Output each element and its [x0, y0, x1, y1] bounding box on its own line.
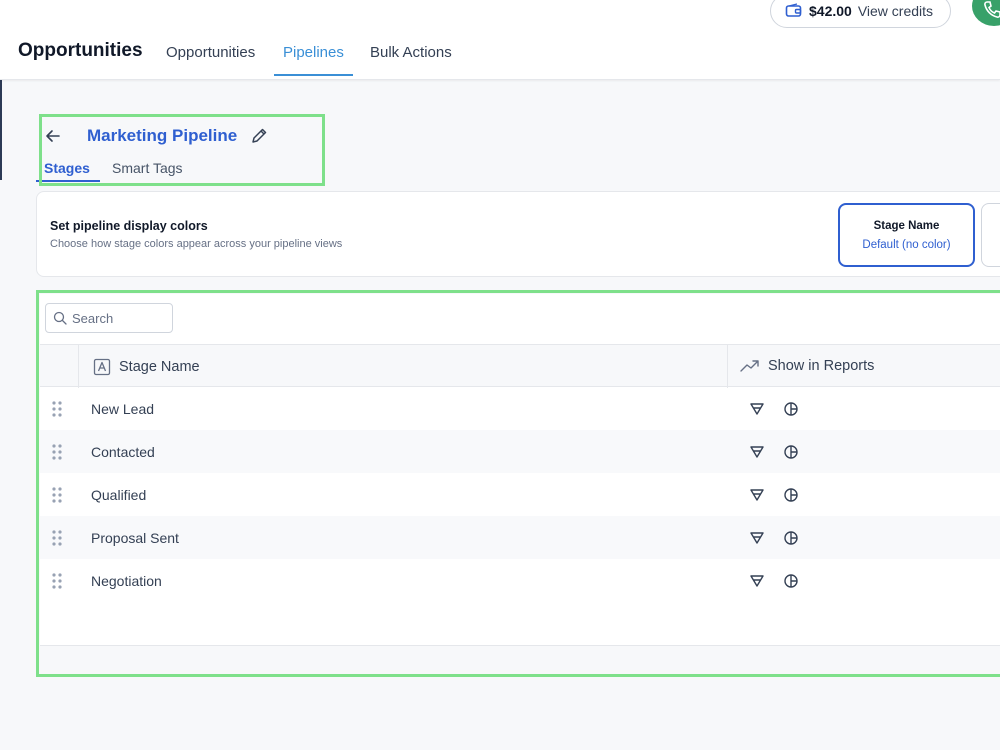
- table-header: Stage Name Show in Reports: [40, 344, 1000, 388]
- column-stage-name-label: Stage Name: [119, 359, 200, 375]
- table-row: Qualified: [40, 473, 1000, 516]
- pie-report-icon[interactable]: [783, 530, 799, 546]
- stage-name: Proposal Sent: [91, 530, 179, 546]
- column-show-in-reports[interactable]: Show in Reports: [740, 358, 874, 374]
- text-field-icon: [93, 358, 111, 376]
- pipeline-title: Marketing Pipeline: [87, 126, 238, 145]
- drag-handle-icon[interactable]: [52, 444, 62, 460]
- column-stage-name[interactable]: Stage Name: [93, 358, 200, 376]
- funnel-report-icon[interactable]: [749, 487, 765, 503]
- drag-handle-icon[interactable]: [52, 530, 62, 546]
- drag-handle-icon[interactable]: [52, 573, 62, 589]
- drag-handle-icon[interactable]: [52, 487, 62, 503]
- color-option-stage-name[interactable]: Stage Name Default (no color): [838, 203, 975, 267]
- page-title: Opportunities: [18, 40, 143, 61]
- funnel-report-icon[interactable]: [749, 530, 765, 546]
- header-column-divider: [727, 345, 728, 388]
- display-colors-title: Set pipeline display colors: [50, 219, 208, 233]
- tab-bulk-actions[interactable]: Bulk Actions: [370, 44, 452, 61]
- pie-report-icon[interactable]: [783, 573, 799, 589]
- back-arrow-icon[interactable]: [44, 127, 62, 145]
- trend-up-icon: [740, 360, 759, 372]
- stage-name: Contacted: [91, 444, 155, 460]
- stage-name: New Lead: [91, 401, 155, 417]
- display-colors-card: Set pipeline display colors Choose how s…: [36, 191, 1000, 277]
- search-icon: [53, 311, 67, 325]
- stage-name: Qualified: [91, 487, 147, 503]
- funnel-report-icon[interactable]: [749, 401, 765, 417]
- funnel-report-icon[interactable]: [749, 444, 765, 460]
- tab-pipelines[interactable]: Pipelines: [283, 44, 344, 61]
- view-credits-button[interactable]: $42.00 View credits: [770, 0, 951, 28]
- stages-table: Stage Name Show in Reports New Lead: [40, 294, 1000, 674]
- stage-name: Negotiation: [91, 573, 162, 589]
- pie-report-icon[interactable]: [783, 401, 799, 417]
- table-row: Negotiation: [40, 559, 1000, 602]
- drag-handle-icon[interactable]: [52, 401, 62, 417]
- search-input[interactable]: [72, 310, 167, 326]
- funnel-report-icon[interactable]: [749, 573, 765, 589]
- top-bar: Opportunities Opportunities Pipelines Bu…: [0, 0, 1000, 80]
- credits-label: View credits: [857, 3, 934, 19]
- tab-opportunities[interactable]: Opportunities: [166, 44, 255, 61]
- credits-amount: $42.00: [809, 3, 852, 19]
- table-row: Contacted: [40, 430, 1000, 473]
- pie-report-icon[interactable]: [783, 444, 799, 460]
- active-tab-indicator: [274, 74, 353, 76]
- tab-smart-tags[interactable]: Smart Tags: [112, 160, 183, 176]
- color-option-subtitle: Default (no color): [862, 239, 951, 251]
- search-field[interactable]: [45, 303, 173, 333]
- color-option-next[interactable]: [981, 203, 1000, 267]
- call-button[interactable]: [972, 0, 1000, 26]
- phone-icon: [984, 1, 1000, 18]
- edit-pencil-icon[interactable]: [250, 127, 268, 145]
- header-gutter-divider: [78, 345, 79, 388]
- column-show-in-reports-label: Show in Reports: [768, 358, 875, 374]
- display-colors-description: Choose how stage colors appear across yo…: [50, 238, 343, 250]
- table-row: New Lead: [40, 387, 1000, 430]
- table-row: Proposal Sent: [40, 516, 1000, 559]
- wallet-icon: [785, 3, 802, 17]
- stages-tab-indicator: [36, 180, 100, 182]
- pie-report-icon[interactable]: [783, 487, 799, 503]
- table-footer: [40, 645, 1000, 674]
- tab-stages[interactable]: Stages: [44, 160, 90, 176]
- color-option-title: Stage Name: [873, 220, 940, 232]
